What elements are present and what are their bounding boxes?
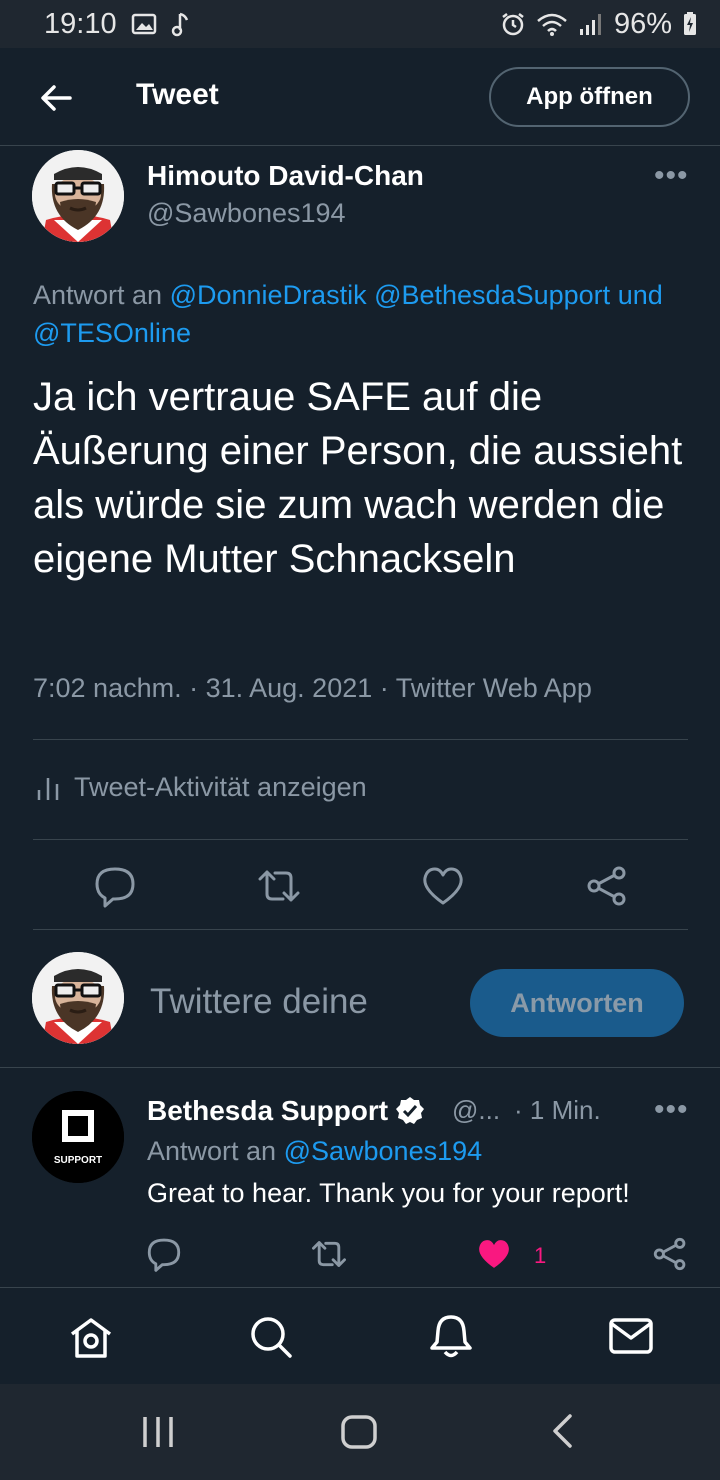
reply-author-name[interactable]: Bethesda Support xyxy=(147,1095,426,1127)
wifi-icon xyxy=(537,13,567,36)
analytics-icon xyxy=(37,777,59,800)
bethesda-avatar[interactable]: SUPPORT xyxy=(32,1091,124,1183)
reply-icon[interactable] xyxy=(146,1236,182,1272)
signal-icon xyxy=(579,14,601,35)
messages-mail-icon[interactable] xyxy=(608,1316,654,1356)
mention-link[interactable]: @TESOnline xyxy=(33,318,191,348)
like-count: 1 xyxy=(534,1243,547,1268)
page-title: Tweet xyxy=(136,78,219,111)
back-arrow-icon[interactable] xyxy=(36,78,76,118)
tweet-text: Ja ich vertraue SAFE auf die Äußerung ei… xyxy=(33,375,683,581)
home-button-icon[interactable] xyxy=(340,1414,378,1450)
share-icon[interactable] xyxy=(652,1236,688,1272)
share-icon[interactable] xyxy=(585,864,629,908)
mention-link[interactable]: @DonnieDrastik xyxy=(170,280,367,310)
top-bar: Tweet App öffnen xyxy=(0,48,720,146)
reply-author-label: Bethesda Support xyxy=(147,1095,389,1126)
more-options-icon[interactable]: ••• xyxy=(654,1095,689,1125)
gallery-icon xyxy=(131,13,156,35)
divider xyxy=(33,929,688,930)
divider xyxy=(33,739,688,740)
more-options-icon[interactable]: ••• xyxy=(654,161,689,191)
mention-link[interactable]: @BethesdaSupport xyxy=(374,280,610,310)
retweet-icon[interactable] xyxy=(311,1236,347,1272)
reply-and: und xyxy=(617,280,663,310)
svg-text:SUPPORT: SUPPORT xyxy=(54,1155,102,1166)
open-app-button[interactable]: App öffnen xyxy=(489,67,690,127)
divider xyxy=(33,839,688,840)
verified-badge-icon xyxy=(396,1097,425,1124)
tweet-activity-link[interactable]: Tweet-Aktivität anzeigen xyxy=(36,772,367,803)
status-time: 19:10 xyxy=(44,7,117,40)
battery-charging-icon xyxy=(684,12,696,35)
home-icon[interactable] xyxy=(68,1316,114,1360)
like-icon[interactable] xyxy=(421,864,465,908)
user-avatar[interactable] xyxy=(32,952,124,1044)
battery-level: 96% xyxy=(613,7,672,40)
reply-prefix: Antwort an xyxy=(147,1136,277,1166)
back-button-icon[interactable] xyxy=(548,1412,576,1450)
reply-input[interactable]: Twittere deine xyxy=(150,982,368,1022)
tweet-timestamp: 7:02 nachm. · 31. Aug. 2021 · Twitter We… xyxy=(33,673,592,703)
liked-heart-icon[interactable] xyxy=(476,1236,512,1272)
reply-author-handle[interactable]: @... xyxy=(452,1095,500,1126)
author-handle[interactable]: @Sawbones194 xyxy=(147,198,346,229)
divider xyxy=(0,1067,720,1068)
reply-text: Great to hear. Thank you for your report… xyxy=(147,1178,630,1208)
recent-apps-icon[interactable] xyxy=(140,1414,176,1450)
author-avatar[interactable] xyxy=(32,150,124,242)
activity-label: Tweet-Aktivität anzeigen xyxy=(74,772,367,802)
reply-to-line: Antwort an @DonnieDrastik @BethesdaSuppo… xyxy=(33,276,693,352)
reply-prefix: Antwort an xyxy=(33,280,163,310)
retweet-icon[interactable] xyxy=(257,864,301,908)
notifications-bell-icon[interactable] xyxy=(428,1312,474,1360)
alarm-icon xyxy=(502,13,524,36)
reply-icon[interactable] xyxy=(93,864,137,908)
reply-button[interactable]: Antworten xyxy=(470,969,684,1037)
search-icon[interactable] xyxy=(248,1314,294,1360)
author-name[interactable]: Himouto David-Chan xyxy=(147,160,424,192)
music-note-icon xyxy=(171,12,188,37)
reply-to-line: Antwort an @Sawbones194 xyxy=(147,1136,482,1167)
reply-time: · 1 Min. xyxy=(514,1095,601,1125)
status-bar: 19:10 96% xyxy=(0,0,720,48)
mention-link[interactable]: @Sawbones194 xyxy=(284,1136,483,1166)
bottom-tab-bar xyxy=(0,1287,720,1384)
system-navigation-bar xyxy=(0,1384,720,1480)
